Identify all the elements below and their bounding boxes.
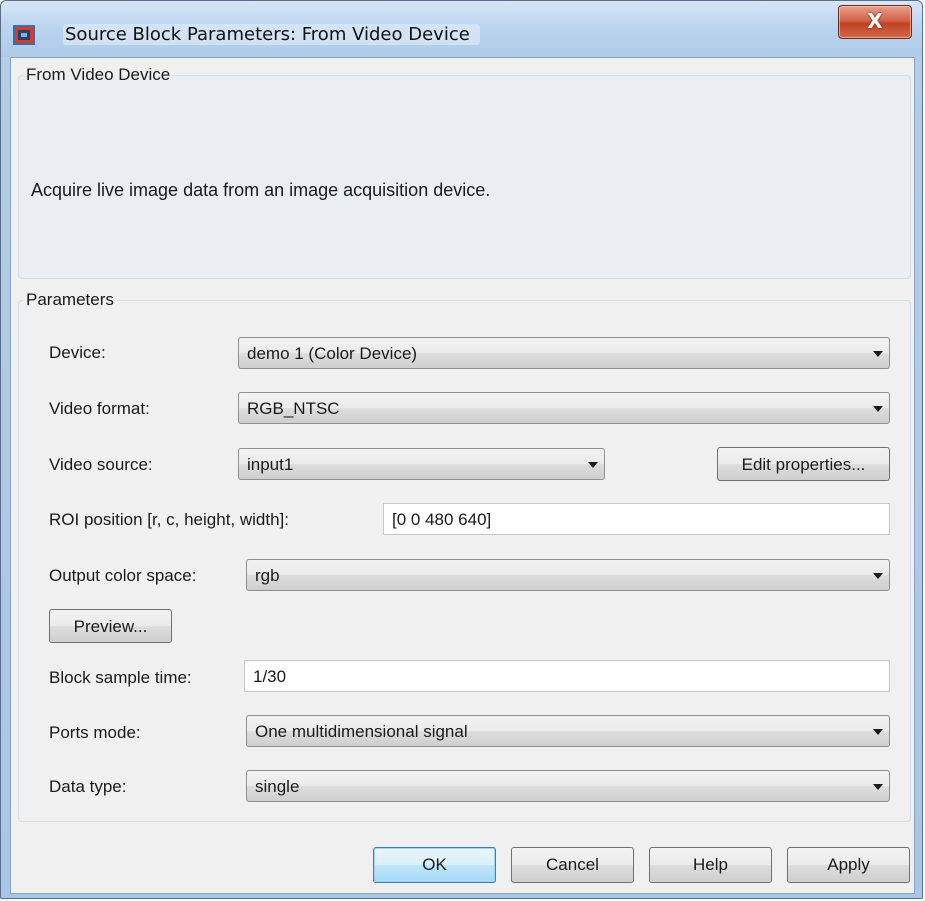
output-color-space-dropdown[interactable]: rgb	[246, 559, 890, 591]
close-button[interactable]: X	[838, 5, 912, 39]
preview-label: Preview...	[73, 617, 148, 636]
roi-position-value: [0 0 480 640]	[392, 510, 492, 529]
apply-button[interactable]: Apply	[787, 847, 910, 883]
video-format-value: RGB_NTSC	[247, 399, 340, 418]
video-source-value: input1	[247, 455, 294, 474]
description-text: Acquire live image data from an image ac…	[31, 180, 491, 200]
cancel-label: Cancel	[546, 855, 599, 874]
ports-mode-value: One multidimensional signal	[255, 722, 468, 741]
roi-position-label: ROI position [r, c, height, width]:	[49, 510, 290, 529]
dialog-window: Source Block Parameters: From Video Devi…	[0, 0, 923, 899]
block-sample-time-label: Block sample time:	[49, 668, 192, 687]
device-dropdown[interactable]: demo 1 (Color Device)	[238, 337, 890, 369]
chevron-down-icon	[873, 406, 883, 412]
edit-properties-label: Edit properties...	[741, 455, 866, 474]
chevron-down-icon	[873, 351, 883, 357]
data-type-value: single	[255, 777, 300, 796]
output-color-space-label: Output color space:	[49, 566, 197, 585]
video-source-label: Video source:	[49, 455, 153, 474]
ports-mode-dropdown[interactable]: One multidimensional signal	[246, 715, 890, 747]
cancel-button[interactable]: Cancel	[511, 847, 634, 883]
ok-button[interactable]: OK	[373, 847, 496, 883]
help-button[interactable]: Help	[649, 847, 772, 883]
video-source-dropdown[interactable]: input1	[238, 448, 605, 480]
block-sample-time-input[interactable]: 1/30	[244, 660, 890, 692]
data-type-dropdown[interactable]: single	[246, 770, 890, 802]
edit-properties-button[interactable]: Edit properties...	[717, 447, 890, 481]
title-bar[interactable]: Source Block Parameters: From Video Devi…	[1, 1, 922, 57]
block-sample-time-value: 1/30	[253, 667, 287, 686]
roi-position-input[interactable]: [0 0 480 640]	[383, 503, 890, 535]
output-color-space-value: rgb	[255, 566, 280, 585]
description-group: From Video Device	[18, 65, 911, 279]
apply-label: Apply	[827, 855, 870, 874]
parameters-group-title: Parameters	[26, 290, 114, 309]
window-title: Source Block Parameters: From Video Devi…	[63, 24, 480, 45]
ok-label: OK	[422, 855, 447, 874]
chevron-down-icon	[873, 573, 883, 579]
close-icon: X	[867, 9, 883, 33]
description-group-title: From Video Device	[26, 65, 171, 84]
help-label: Help	[693, 855, 728, 874]
data-type-label: Data type:	[49, 777, 127, 796]
simulink-block-icon	[13, 25, 35, 45]
ports-mode-label: Ports mode:	[49, 723, 141, 742]
video-format-label: Video format:	[49, 399, 150, 418]
chevron-down-icon	[588, 462, 598, 468]
preview-button[interactable]: Preview...	[49, 609, 172, 643]
video-format-dropdown[interactable]: RGB_NTSC	[238, 392, 890, 424]
chevron-down-icon	[873, 784, 883, 790]
chevron-down-icon	[873, 729, 883, 735]
device-value: demo 1 (Color Device)	[247, 344, 418, 363]
device-label: Device:	[49, 343, 106, 362]
